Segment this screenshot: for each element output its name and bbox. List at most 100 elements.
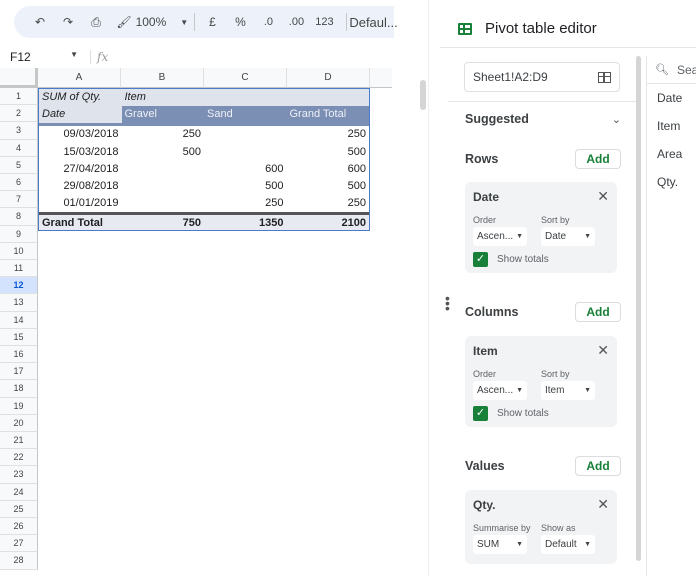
pivot-value-label[interactable]: SUM of Qty.	[39, 89, 122, 106]
column-header-e[interactable]	[370, 68, 392, 88]
column-header-d[interactable]: D	[287, 68, 370, 88]
field-item-qty[interactable]: Qty.	[647, 168, 696, 196]
row-header[interactable]: 19	[0, 397, 38, 415]
row-header[interactable]: 24	[0, 483, 38, 501]
pivot-gravel-cell[interactable]: 500	[122, 144, 205, 161]
close-icon[interactable]: ✕	[597, 188, 609, 205]
pivot-column-header-sand[interactable]: Sand	[204, 106, 287, 124]
pivot-column-field-label[interactable]: Item	[122, 89, 205, 106]
pivot-sand-cell[interactable]: 250	[204, 195, 287, 212]
add-value-button[interactable]: Add	[575, 456, 621, 476]
show-as-select[interactable]: Default ▼	[541, 535, 595, 554]
order-select[interactable]: Ascen... ▼	[473, 381, 527, 400]
pivot-gravel-cell[interactable]	[122, 178, 205, 195]
more-formats-button[interactable]: 123	[312, 10, 336, 34]
show-totals-checkbox[interactable]: ✓	[473, 406, 488, 421]
sort-by-select[interactable]: Item ▼	[541, 381, 595, 400]
row-header[interactable]: 18	[0, 380, 38, 398]
pivot-date-cell[interactable]: 27/04/2018	[39, 161, 122, 178]
row-header[interactable]: 4	[0, 139, 38, 157]
grand-total-sand[interactable]: 1350	[204, 215, 287, 230]
spreadsheet-grid[interactable]: A B C D 1 2 3 4 5 6 7 8 9 10 11 12 13 14 15 16 17 18 19 20 2…	[0, 68, 392, 576]
row-header[interactable]: 22	[0, 449, 38, 467]
order-select[interactable]: Ascen... ▼	[473, 227, 527, 246]
pivot-date-cell[interactable]: 29/08/2018	[39, 178, 122, 195]
pivot-sand-cell[interactable]	[204, 144, 287, 161]
row-header[interactable]: 5	[0, 156, 38, 174]
field-search-input[interactable]: 🔍︎ Sea	[647, 56, 696, 84]
field-item-item[interactable]: Item	[647, 112, 696, 140]
row-header[interactable]: 12	[0, 277, 38, 295]
row-header[interactable]: 14	[0, 311, 38, 329]
sheet-vertical-scrollbar[interactable]	[420, 80, 426, 110]
decrease-decimal-button[interactable]: .0	[256, 10, 280, 34]
row-header[interactable]: 26	[0, 518, 38, 536]
row-header[interactable]: 7	[0, 191, 38, 209]
pivot-total-cell[interactable]: 600	[287, 161, 370, 178]
print-icon[interactable]: ⎙	[84, 10, 108, 34]
field-item-area[interactable]: Area	[647, 140, 696, 168]
pivot-table[interactable]: SUM of Qty. Item Date Gravel Sand Grand …	[38, 88, 370, 232]
increase-decimal-button[interactable]: .00	[284, 10, 308, 34]
pivot-gravel-cell[interactable]: 250	[122, 126, 205, 143]
pivot-total-cell[interactable]: 500	[287, 144, 370, 161]
row-header[interactable]: 2	[0, 105, 38, 123]
pivot-gravel-cell[interactable]	[122, 195, 205, 212]
row-header[interactable]: 1	[0, 88, 38, 106]
grand-total-overall[interactable]: 2100	[287, 215, 370, 230]
column-header-b[interactable]: B	[121, 68, 204, 88]
row-header[interactable]: 11	[0, 260, 38, 278]
grand-total-gravel[interactable]: 750	[122, 215, 205, 230]
pivot-total-cell[interactable]: 250	[287, 195, 370, 212]
pivot-row-field-label[interactable]: Date	[39, 106, 122, 124]
summarise-by-select[interactable]: SUM ▼	[473, 535, 527, 554]
redo-icon[interactable]: ↷	[56, 10, 80, 34]
pivot-date-cell[interactable]: 15/03/2018	[39, 144, 122, 161]
font-select[interactable]: Defaul...	[349, 10, 397, 34]
pivot-date-cell[interactable]: 09/03/2018	[39, 126, 122, 143]
grand-total-label[interactable]: Grand Total	[39, 215, 122, 230]
drag-handle-icon[interactable]: • • •	[445, 291, 450, 315]
row-header[interactable]: 28	[0, 552, 38, 570]
row-header[interactable]: 16	[0, 346, 38, 364]
currency-format-button[interactable]: £	[200, 10, 224, 34]
pivot-total-cell[interactable]: 500	[287, 178, 370, 195]
chevron-down-icon[interactable]: ⌄	[612, 113, 621, 126]
row-header[interactable]: 23	[0, 466, 38, 484]
close-icon[interactable]: ✕	[597, 496, 609, 513]
field-item-date[interactable]: Date	[647, 84, 696, 112]
pivot-sand-cell[interactable]: 600	[204, 161, 287, 178]
row-header[interactable]: 6	[0, 174, 38, 192]
pivot-total-cell[interactable]: 250	[287, 126, 370, 143]
row-header[interactable]: 9	[0, 225, 38, 243]
suggested-section[interactable]: Suggested ⌄	[465, 112, 621, 126]
row-header[interactable]: 3	[0, 122, 38, 140]
column-header-a[interactable]: A	[38, 68, 121, 88]
data-range-input[interactable]: Sheet1!A2:D9	[464, 62, 620, 92]
pivot-gravel-cell[interactable]	[122, 161, 205, 178]
row-header[interactable]: 10	[0, 242, 38, 260]
row-header[interactable]: 8	[0, 208, 38, 226]
row-header[interactable]: 27	[0, 535, 38, 553]
name-box[interactable]: F12 ▼	[0, 50, 84, 64]
pivot-cell[interactable]	[204, 89, 287, 106]
row-header[interactable]: 15	[0, 328, 38, 346]
pivot-sand-cell[interactable]: 500	[204, 178, 287, 195]
pivot-column-header-gravel[interactable]: Gravel	[121, 106, 204, 124]
add-row-button[interactable]: Add	[575, 149, 621, 169]
show-totals-checkbox[interactable]: ✓	[473, 252, 488, 267]
row-header[interactable]: 21	[0, 432, 38, 450]
add-column-button[interactable]: Add	[575, 302, 621, 322]
row-header[interactable]: 25	[0, 500, 38, 518]
editor-scrollbar[interactable]	[636, 56, 641, 561]
zoom-select[interactable]: 100% ▼	[136, 10, 189, 34]
row-header[interactable]: 20	[0, 414, 38, 432]
row-header[interactable]: 13	[0, 294, 38, 312]
undo-icon[interactable]: ↶	[28, 10, 52, 34]
sort-by-select[interactable]: Date ▼	[541, 227, 595, 246]
percent-format-button[interactable]: %	[228, 10, 252, 34]
pivot-sand-cell[interactable]	[204, 126, 287, 143]
pivot-column-header-grand-total[interactable]: Grand Total	[286, 106, 369, 124]
paint-format-icon[interactable]: 🖌︎	[112, 10, 136, 34]
pivot-cell[interactable]	[287, 89, 370, 106]
